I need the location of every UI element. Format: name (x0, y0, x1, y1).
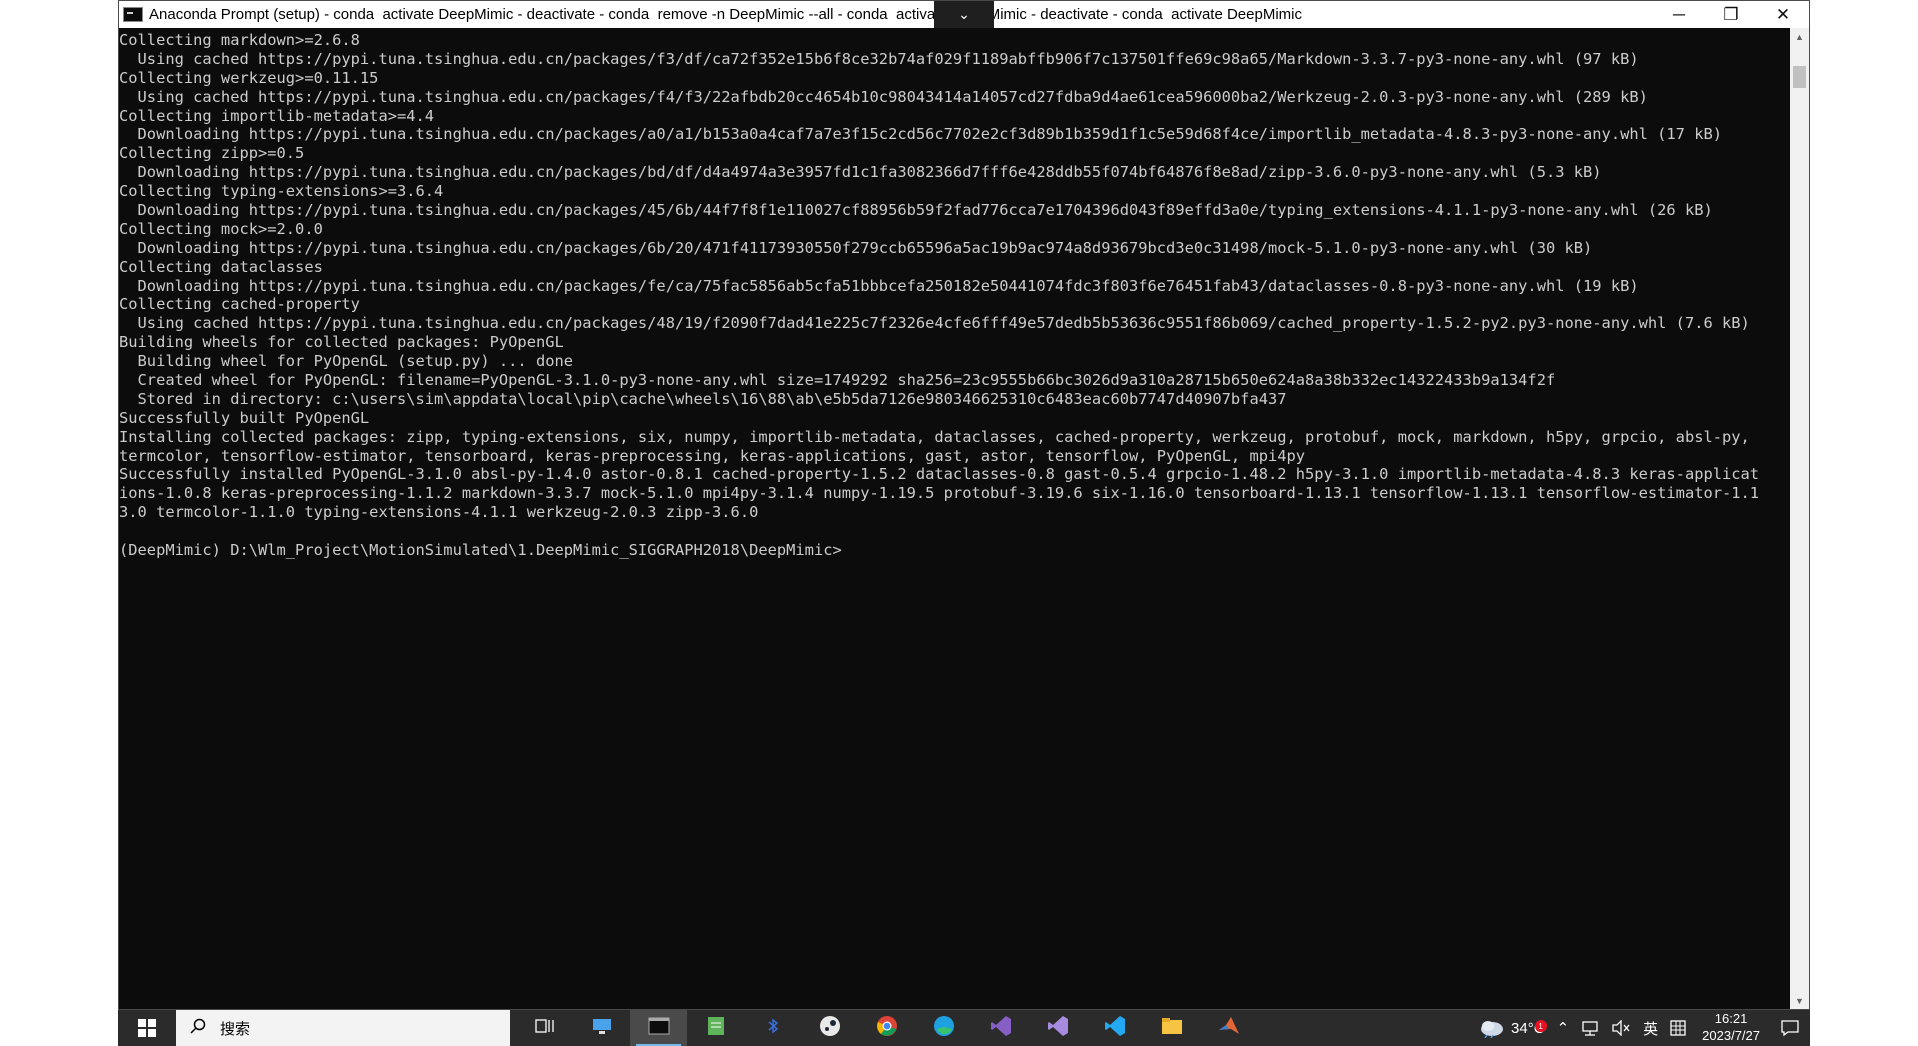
console-line: Downloading https://pypi.tuna.tsinghua.e… (119, 125, 1723, 144)
taskbar-app-visual-studio-preview[interactable] (1029, 1010, 1086, 1046)
clock-date: 2023/7/27 (1702, 1028, 1760, 1043)
scroll-thumb[interactable] (1793, 66, 1806, 88)
taskbar-app-chrome[interactable] (858, 1010, 915, 1046)
console-line: Downloading https://pypi.tuna.tsinghua.e… (119, 163, 1602, 182)
bluetooth-app-icon (764, 1017, 782, 1040)
taskbar-app-steam[interactable] (801, 1010, 858, 1046)
start-button[interactable] (118, 1010, 176, 1046)
clock-time: 16:21 (1714, 1011, 1748, 1026)
anaconda-prompt-window[interactable]: Anaconda Prompt (setup) - conda activate… (118, 0, 1810, 1010)
console-line: Collecting zipp>=0.5 (119, 144, 305, 163)
taskbar-app-bluetooth-app[interactable] (744, 1010, 801, 1046)
title-dropdown-button[interactable]: ⌄ (934, 1, 994, 28)
window-title: Anaconda Prompt (setup) - conda activate… (149, 6, 1302, 23)
console-line: 3.0 termcolor-1.1.0 typing-extensions-4.… (119, 503, 759, 522)
console-line: Using cached https://pypi.tuna.tsinghua.… (119, 314, 1750, 333)
close-button[interactable]: ✕ (1757, 1, 1809, 28)
taskbar-clock[interactable]: 16:21 2023/7/27 (1692, 1010, 1770, 1046)
vscode-icon (1104, 1015, 1126, 1042)
taskbar-app-file-explorer[interactable] (1143, 1010, 1200, 1046)
window-controls: ─ ❐ ✕ (1653, 1, 1809, 28)
weather-widget[interactable]: 1 34°C (1473, 1018, 1551, 1038)
search-icon (190, 1018, 206, 1038)
network-icon[interactable] (1575, 1020, 1605, 1036)
console-line: Successfully installed PyOpenGL-3.1.0 ab… (119, 465, 1760, 484)
input-method-indicator[interactable]: 英 (1637, 1018, 1664, 1039)
taskbar-search-box[interactable]: 搜索 (176, 1010, 510, 1046)
taskbar: 搜索 1 34°C ⌃ 英 16:21 2023/7/27 (118, 1010, 1810, 1046)
remote-desktop-icon (591, 1016, 613, 1041)
console-line: Using cached https://pypi.tuna.tsinghua.… (119, 49, 1639, 68)
console-line: Collecting werkzeug>=0.11.15 (119, 68, 379, 87)
vertical-scrollbar[interactable]: ▲ ▼ (1790, 28, 1809, 1009)
taskbar-apps (516, 1010, 1257, 1046)
console-line: Downloading https://pypi.tuna.tsinghua.e… (119, 238, 1593, 257)
taskbar-app-task-view[interactable] (516, 1010, 573, 1046)
visual-studio-preview-icon (1047, 1015, 1069, 1042)
maximize-button[interactable]: ❐ (1705, 1, 1757, 28)
terminal-icon (648, 1017, 670, 1040)
windows-logo-icon (138, 1019, 156, 1037)
console-line: Collecting mock>=2.0.0 (119, 219, 323, 238)
notepad-icon (706, 1015, 726, 1042)
chrome-icon (876, 1015, 898, 1042)
console-line: Using cached https://pypi.tuna.tsinghua.… (119, 87, 1648, 106)
console-line: Building wheel for PyOpenGL (setup.py) .… (119, 352, 574, 371)
notification-center-icon[interactable] (1770, 1020, 1810, 1036)
scroll-up-arrow-icon[interactable]: ▲ (1790, 28, 1809, 45)
console-line: Successfully built PyOpenGL (119, 408, 370, 427)
taskbar-app-edge[interactable] (915, 1010, 972, 1046)
chevron-down-icon: ⌄ (958, 6, 970, 22)
taskbar-app-remote-desktop[interactable] (573, 1010, 630, 1046)
volume-muted-icon[interactable] (1605, 1020, 1637, 1036)
console-app-icon (123, 7, 143, 22)
title-bar[interactable]: Anaconda Prompt (setup) - conda activate… (119, 1, 1809, 28)
console-line: Building wheels for collected packages: … (119, 333, 564, 352)
show-hidden-icons-chevron-up-icon[interactable]: ⌃ (1551, 1019, 1576, 1037)
console-line: Collecting importlib-metadata>=4.4 (119, 106, 435, 125)
weather-badge: 1 (1534, 1020, 1547, 1032)
console-line: Collecting typing-extensions>=3.6.4 (119, 182, 444, 201)
console-line: Downloading https://pypi.tuna.tsinghua.e… (119, 276, 1639, 295)
taskbar-app-vscode[interactable] (1086, 1010, 1143, 1046)
console-line: Installing collected packages: zipp, typ… (119, 427, 1750, 446)
console-line: Collecting markdown>=2.6.8 (119, 31, 360, 49)
taskbar-app-notepad[interactable] (687, 1010, 744, 1046)
console-line: Stored in directory: c:\users\sim\appdat… (119, 389, 1287, 408)
cloud-rain-icon (1481, 1021, 1504, 1038)
console-line: Downloading https://pypi.tuna.tsinghua.e… (119, 201, 1713, 220)
console-line: Collecting dataclasses (119, 257, 323, 276)
system-tray: 1 34°C ⌃ 英 16:21 2023/7/27 (1473, 1010, 1810, 1046)
steam-icon (819, 1015, 841, 1042)
console-line: termcolor, tensorflow-estimator, tensorb… (119, 446, 1306, 465)
taskbar-app-matlab[interactable] (1200, 1010, 1257, 1046)
console-line: Created wheel for PyOpenGL: filename=PyO… (119, 371, 1556, 390)
taskbar-app-visual-studio[interactable] (972, 1010, 1029, 1046)
console-line: ions-1.0.8 keras-preprocessing-1.1.2 mar… (119, 484, 1760, 503)
file-explorer-icon (1161, 1016, 1183, 1041)
visual-studio-icon (990, 1015, 1012, 1042)
search-placeholder: 搜索 (220, 1020, 251, 1038)
console-line: Collecting cached-property (119, 295, 360, 314)
edge-icon (933, 1015, 955, 1042)
console-output[interactable]: Collecting markdown>=2.6.8 Using cached … (119, 28, 1791, 1009)
minimize-button[interactable]: ─ (1653, 1, 1705, 28)
console-line: (DeepMimic) D:\Wlm_Project\MotionSimulat… (119, 541, 842, 560)
matlab-icon (1218, 1015, 1240, 1042)
scroll-down-arrow-icon[interactable]: ▼ (1790, 992, 1809, 1009)
task-view-icon (534, 1017, 555, 1040)
taskbar-app-terminal[interactable] (630, 1010, 687, 1046)
ime-mode-grid-icon[interactable] (1664, 1020, 1692, 1036)
